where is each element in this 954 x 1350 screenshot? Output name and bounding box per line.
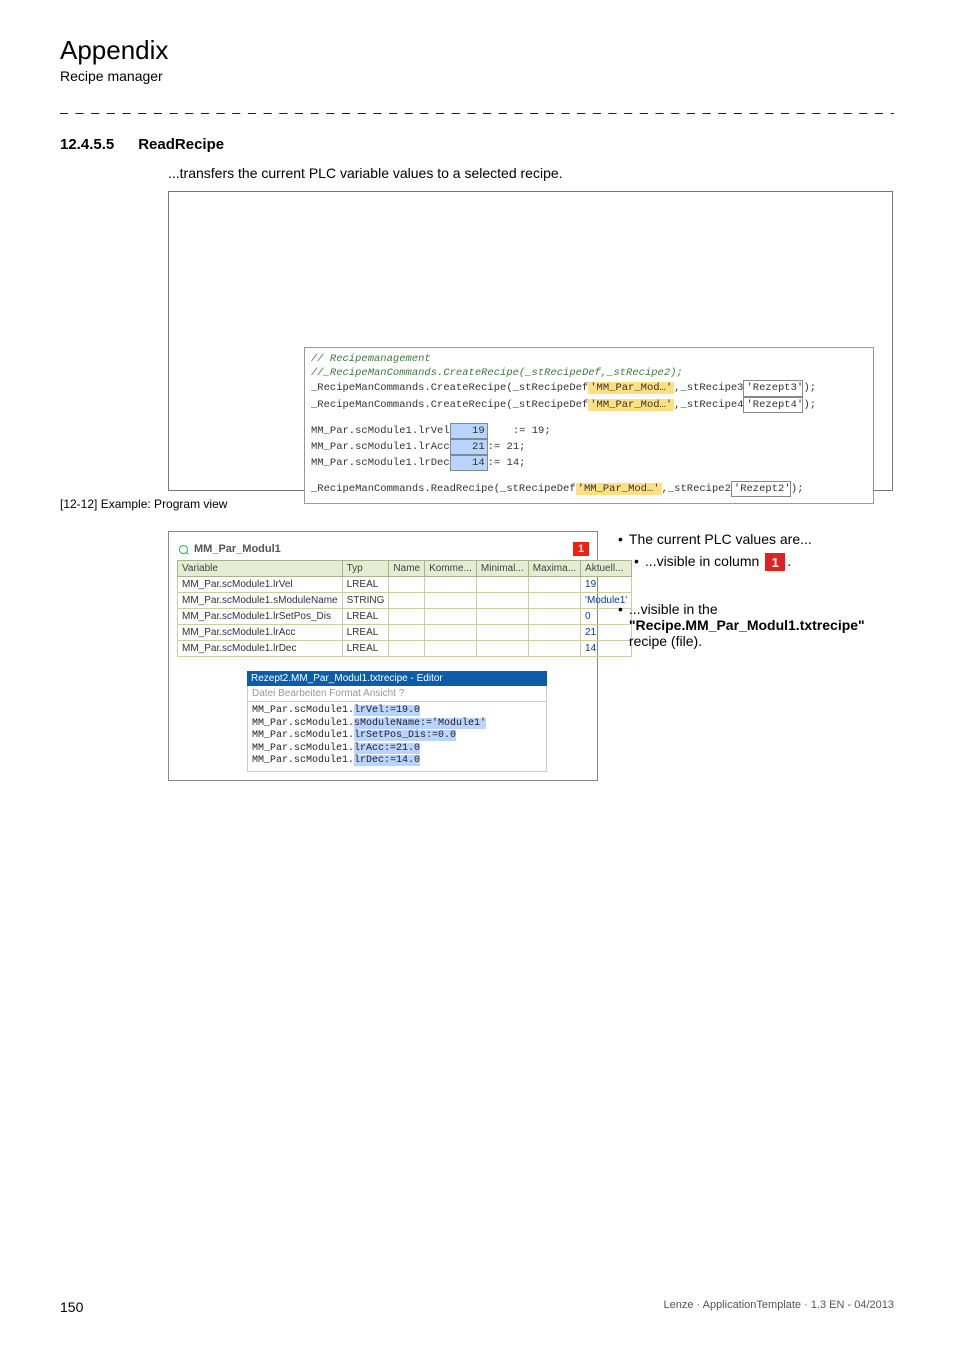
code-comment: // Recipemanagement xyxy=(311,352,867,366)
table-cell: MM_Par.scModule1.lrSetPos_Dis xyxy=(178,609,343,625)
table-cell: MM_Par.scModule1.sModuleName xyxy=(178,593,343,609)
table-cell xyxy=(476,577,528,593)
tab-icon xyxy=(177,543,190,556)
page-subtitle: Recipe manager xyxy=(60,68,894,84)
recipe-table: Variable Typ Name Komme... Minimal... Ma… xyxy=(177,560,632,657)
table-cell xyxy=(389,609,425,625)
divider-line: _ _ _ _ _ _ _ _ _ _ _ _ _ _ _ _ _ _ _ _ … xyxy=(60,98,894,114)
table-header-row: Variable Typ Name Komme... Minimal... Ma… xyxy=(178,561,632,577)
section-number: 12.4.5.5 xyxy=(60,136,114,153)
table-row[interactable]: MM_Par.scModule1.sModuleNameSTRING'Modul… xyxy=(178,593,632,609)
editor-line: MM_Par.scModule1.lrDec:=14.0 xyxy=(252,755,542,768)
explanation-bullets: The current PLC values are... ...visible… xyxy=(618,531,894,655)
table-cell xyxy=(425,641,477,657)
page-number: 150 xyxy=(60,1299,83,1315)
table-cell xyxy=(528,641,580,657)
doc-info: Lenze · ApplicationTemplate · 1.3 EN - 0… xyxy=(663,1299,894,1315)
table-header[interactable]: Variable xyxy=(178,561,343,577)
table-header[interactable]: Typ xyxy=(342,561,389,577)
table-cell xyxy=(528,609,580,625)
editor-line: MM_Par.scModule1.lrAcc:=21.0 xyxy=(252,743,542,756)
code-editor-panel: // Recipemanagement //_RecipeManCommands… xyxy=(304,347,874,504)
code-line: MM_Par.scModule1.lrDec14:= 14; xyxy=(311,455,867,471)
page-title: Appendix xyxy=(60,35,894,66)
table-header[interactable]: Minimal... xyxy=(476,561,528,577)
editor-titlebar: Rezept2.MM_Par_Modul1.txtrecipe - Editor xyxy=(247,671,547,686)
badge-icon: 1 xyxy=(573,542,589,556)
editor-line: MM_Par.scModule1.lrSetPos_Dis:=0.0 xyxy=(252,730,542,743)
page-footer: 150 Lenze · ApplicationTemplate · 1.3 EN… xyxy=(60,1299,894,1315)
editor-body: MM_Par.scModule1.lrVel:=19.0 MM_Par.scMo… xyxy=(247,702,547,772)
recipe-grid-frame: MM_Par_Modul1 1 Variable Typ Name Komme.… xyxy=(168,531,598,781)
table-cell xyxy=(389,577,425,593)
table-row[interactable]: MM_Par.scModule1.lrDecLREAL14 xyxy=(178,641,632,657)
screenshot-frame: // Recipemanagement //_RecipeManCommands… xyxy=(168,191,893,491)
table-row[interactable]: MM_Par.scModule1.lrVelLREAL19 xyxy=(178,577,632,593)
tab-bar: MM_Par_Modul1 1 xyxy=(177,542,589,556)
table-cell xyxy=(389,593,425,609)
text-editor-frame: Rezept2.MM_Par_Modul1.txtrecipe - Editor… xyxy=(247,671,547,772)
code-comment: //_RecipeManCommands.CreateRecipe(_stRec… xyxy=(311,366,867,380)
table-cell xyxy=(476,625,528,641)
code-line: _RecipeManCommands.CreateRecipe(_stRecip… xyxy=(311,380,867,396)
table-cell xyxy=(425,593,477,609)
table-cell xyxy=(425,609,477,625)
table-cell: LREAL xyxy=(342,625,389,641)
table-cell xyxy=(476,641,528,657)
table-cell: LREAL xyxy=(342,577,389,593)
table-row[interactable]: MM_Par.scModule1.lrSetPos_DisLREAL0 xyxy=(178,609,632,625)
code-line: _RecipeManCommands.ReadRecipe(_stRecipeD… xyxy=(311,481,867,497)
table-header[interactable]: Name xyxy=(389,561,425,577)
table-cell: STRING xyxy=(342,593,389,609)
table-cell xyxy=(425,577,477,593)
list-item: The current PLC values are... xyxy=(618,531,894,547)
editor-line: MM_Par.scModule1.lrVel:=19.0 xyxy=(252,705,542,718)
table-cell xyxy=(476,593,528,609)
editor-menubar[interactable]: Datei Bearbeiten Format Ansicht ? xyxy=(247,686,547,702)
table-cell xyxy=(425,625,477,641)
section-description: ...transfers the current PLC variable va… xyxy=(168,165,894,181)
number-badge-icon: 1 xyxy=(765,553,785,571)
table-cell: LREAL xyxy=(342,609,389,625)
table-cell: LREAL xyxy=(342,641,389,657)
code-line: _RecipeManCommands.CreateRecipe(_stRecip… xyxy=(311,397,867,413)
list-item: ...visible in the "Recipe.MM_Par_Modul1.… xyxy=(618,601,894,649)
table-cell xyxy=(528,577,580,593)
table-cell xyxy=(389,641,425,657)
code-line: MM_Par.scModule1.lrAcc21:= 21; xyxy=(311,439,867,455)
table-cell: MM_Par.scModule1.lrVel xyxy=(178,577,343,593)
section-title: ReadRecipe xyxy=(138,136,224,153)
table-header[interactable]: Maxima... xyxy=(528,561,580,577)
table-cell xyxy=(389,625,425,641)
list-item: ...visible in column 1. xyxy=(634,553,894,571)
table-cell xyxy=(528,625,580,641)
table-cell xyxy=(476,609,528,625)
table-cell: MM_Par.scModule1.lrDec xyxy=(178,641,343,657)
table-header[interactable]: Komme... xyxy=(425,561,477,577)
code-line: MM_Par.scModule1.lrVel19 := 19; xyxy=(311,423,867,439)
table-row[interactable]: MM_Par.scModule1.lrAccLREAL21 xyxy=(178,625,632,641)
editor-line: MM_Par.scModule1.sModuleName:='Module1' xyxy=(252,718,542,731)
table-cell xyxy=(528,593,580,609)
tab-label[interactable]: MM_Par_Modul1 xyxy=(194,543,281,555)
table-cell: MM_Par.scModule1.lrAcc xyxy=(178,625,343,641)
section-heading: 12.4.5.5 ReadRecipe xyxy=(60,136,894,153)
